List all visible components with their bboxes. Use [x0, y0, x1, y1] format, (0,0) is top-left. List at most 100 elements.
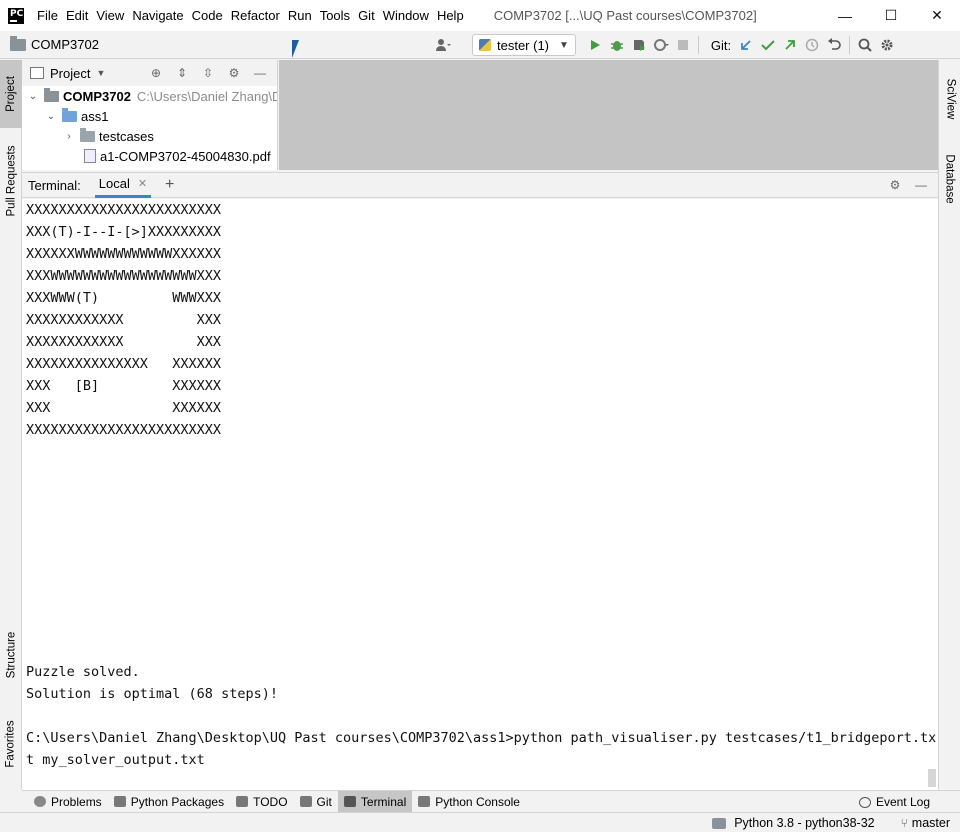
add-tab-icon[interactable]: +: [165, 176, 174, 194]
stop-icon[interactable]: [672, 34, 694, 56]
expand-all-icon[interactable]: ⇕: [169, 64, 195, 82]
project-folder-icon: [10, 35, 26, 51]
chevron-down-icon[interactable]: ⌄: [26, 91, 40, 102]
tab-sciview[interactable]: SciView: [939, 68, 960, 130]
search-icon[interactable]: [854, 34, 876, 56]
history-icon[interactable]: [801, 34, 823, 56]
project-view-icon: [30, 67, 44, 79]
run-config-label: tester (1): [497, 37, 550, 53]
rollback-icon[interactable]: [823, 34, 845, 56]
breadcrumb-project[interactable]: COMP3702: [31, 37, 99, 52]
hide-icon[interactable]: —: [247, 64, 273, 82]
tab-database[interactable]: Database: [939, 144, 960, 214]
menu-git[interactable]: Git: [354, 0, 379, 31]
git-push-icon[interactable]: [779, 34, 801, 56]
tab-python-packages-label: Python Packages: [130, 794, 225, 809]
event-log-button[interactable]: Event Log: [858, 791, 930, 813]
locate-icon[interactable]: ⊕: [143, 64, 169, 82]
coverage-icon[interactable]: [628, 34, 650, 56]
menu-run[interactable]: Run: [284, 0, 316, 31]
git-label: Git:: [710, 37, 732, 53]
minimize-button[interactable]: —: [822, 0, 868, 31]
chevron-down-icon[interactable]: ▼: [96, 68, 105, 78]
tab-project[interactable]: Project: [0, 60, 22, 128]
chevron-right-icon[interactable]: ›: [62, 131, 76, 142]
menu-view[interactable]: View: [92, 0, 128, 31]
gear-icon[interactable]: ⚙: [882, 176, 908, 194]
tree-item-ass1[interactable]: ⌄ ass1: [44, 106, 108, 126]
tab-local[interactable]: Local ✕: [94, 173, 152, 198]
folder-icon: [62, 107, 77, 122]
pycharm-logo-icon: PC: [8, 7, 24, 24]
menu-window[interactable]: Window: [379, 0, 433, 31]
user-icon[interactable]: [432, 34, 454, 56]
git-commit-icon[interactable]: [757, 34, 779, 56]
tree-item-ass1-label: ass1: [81, 108, 109, 124]
tab-problems[interactable]: Problems: [28, 791, 108, 813]
tree-item-root[interactable]: ⌄ COMP3702 C:\Users\Daniel Zhang\D: [26, 86, 278, 106]
project-panel: Project ▼ ⊕ ⇕ ⇳ ⚙ — ⌄ COMP3702 C:\Users\…: [22, 60, 278, 170]
interpreter-icon: [712, 817, 727, 829]
git-update-icon[interactable]: [735, 34, 757, 56]
menu-navigate[interactable]: Navigate: [128, 0, 187, 31]
settings-gear-icon[interactable]: [876, 34, 898, 56]
menu-refactor[interactable]: Refactor: [227, 0, 284, 31]
status-bar: Python 3.8 - python38-32 ⑂ master: [0, 812, 960, 832]
packages-icon: [113, 796, 126, 807]
terminal-tools: ⚙ —: [882, 176, 934, 194]
profile-icon[interactable]: [650, 34, 672, 56]
tab-git[interactable]: Git: [294, 791, 338, 813]
tab-python-packages[interactable]: Python Packages: [108, 791, 230, 813]
tree-item-root-path: C:\Users\Daniel Zhang\D: [136, 88, 278, 104]
run-icon[interactable]: [584, 34, 606, 56]
command-line: C:\Users\Daniel Zhang\Desktop\UQ Past co…: [26, 730, 937, 746]
window-title: COMP3702 [...\UQ Past courses\COMP3702]: [493, 8, 757, 23]
tree-item-pdf[interactable]: a1-COMP3702-45004830.pdf: [80, 146, 271, 166]
tab-terminal[interactable]: Terminal: [337, 790, 413, 813]
python-interpreter[interactable]: Python 3.8 - python38-32: [734, 816, 874, 830]
tab-structure[interactable]: Structure: [0, 620, 22, 690]
maze-line: XXX [B] XXXXXX: [26, 378, 222, 394]
tab-database-label: Database: [944, 154, 957, 204]
tab-project-label: Project: [5, 76, 18, 112]
run-configuration-select[interactable]: tester (1) ▼: [472, 34, 576, 56]
terminal-output[interactable]: XXXXXXXXXXXXXXXXXXXXXXXX XXX(T)-I--I-[>]…: [22, 199, 938, 790]
tab-python-console[interactable]: Python Console: [412, 791, 526, 813]
maze-line: XXX(T)-I--I-[>]XXXXXXXXX: [26, 224, 222, 240]
command-line: t my_solver_output.txt: [26, 752, 205, 768]
chevron-down-icon[interactable]: ⌄: [44, 111, 58, 122]
terminal-icon: [343, 796, 356, 807]
scrollbar[interactable]: [928, 769, 936, 787]
project-panel-tools: ⊕ ⇕ ⇳ ⚙ —: [143, 64, 273, 82]
hide-icon[interactable]: —: [908, 176, 934, 194]
editor-area: [279, 60, 938, 170]
tree-item-pdf-label: a1-COMP3702-45004830.pdf: [100, 148, 271, 164]
menu-tools[interactable]: Tools: [316, 0, 354, 31]
project-panel-title[interactable]: Project: [50, 66, 90, 81]
chevron-down-icon: ▼: [559, 39, 569, 51]
mouse-cursor-icon: [292, 40, 306, 58]
gear-icon[interactable]: ⚙: [221, 64, 247, 82]
close-button[interactable]: ✕: [914, 0, 960, 31]
menu-help[interactable]: Help: [433, 0, 468, 31]
git-branch-widget[interactable]: ⑂ master: [901, 816, 950, 830]
maximize-button[interactable]: ☐: [868, 0, 914, 31]
menu-edit[interactable]: Edit: [62, 0, 92, 31]
left-tool-strip: Project Pull Requests Structure Favorite…: [0, 60, 22, 790]
tree-item-testcases[interactable]: › testcases: [62, 126, 154, 146]
close-icon[interactable]: ✕: [138, 177, 147, 190]
tab-todo[interactable]: TODO: [230, 791, 293, 813]
maze-line: XXXXXXXXXXXXXXXXXXXXXXXX: [26, 202, 222, 218]
status-right: Python 3.8 - python38-32 ⑂ master: [712, 813, 950, 832]
menu-file[interactable]: File: [33, 0, 62, 31]
tab-pull-requests[interactable]: Pull Requests: [0, 136, 22, 226]
collapse-all-icon[interactable]: ⇳: [195, 64, 221, 82]
terminal-title: Terminal:: [28, 177, 81, 193]
tab-favorites[interactable]: Favorites: [0, 708, 22, 780]
menu-code[interactable]: Code: [188, 0, 227, 31]
window-controls: — ☐ ✕: [822, 0, 960, 31]
tab-local-label: Local: [98, 176, 130, 191]
debug-icon[interactable]: [606, 34, 628, 56]
tree-item-testcases-label: testcases: [99, 128, 154, 144]
tab-git-label: Git: [316, 794, 332, 809]
